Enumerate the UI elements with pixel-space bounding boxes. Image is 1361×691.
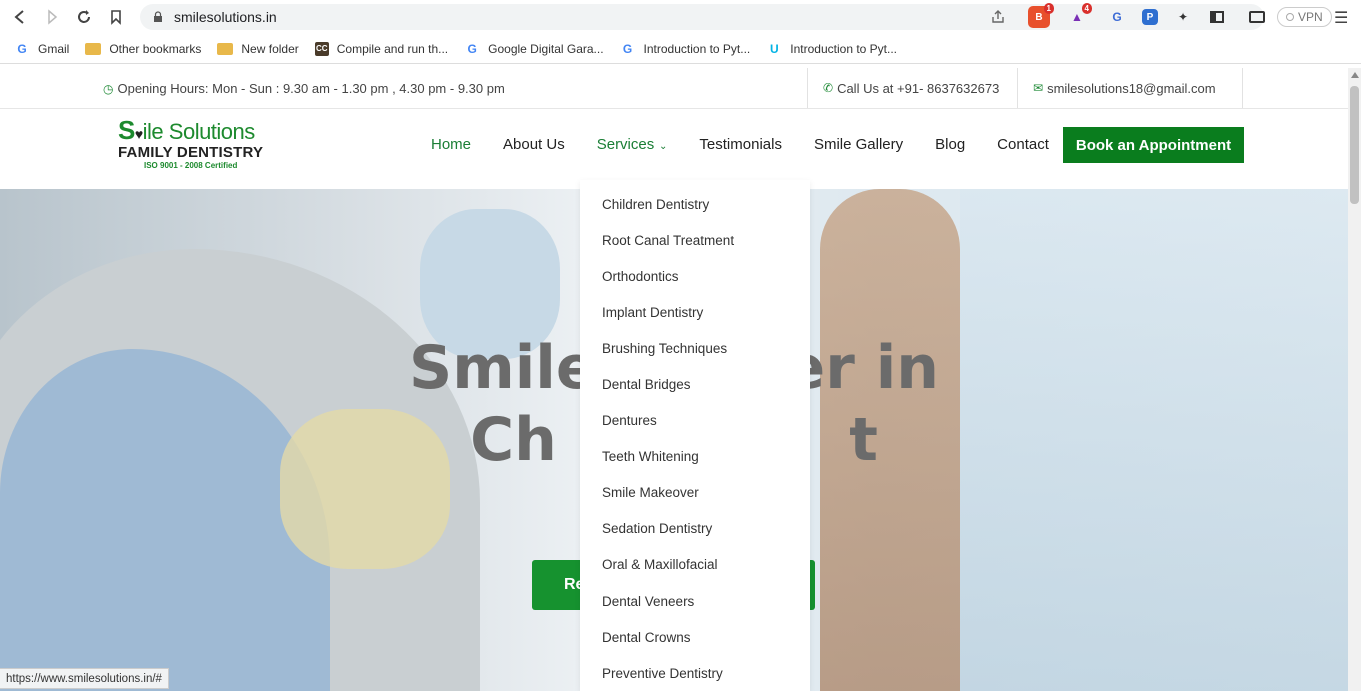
back-button[interactable]: [4, 0, 36, 34]
phone-icon: ✆: [823, 81, 834, 95]
bookmark-intro-python-1[interactable]: G Introduction to Pyt...: [620, 41, 751, 57]
logo-line1: S♥ile Solutions: [118, 115, 255, 145]
services-menu-item[interactable]: Teeth Whitening: [580, 439, 810, 475]
phone-text: Call Us at +91- 8637632673: [837, 80, 1000, 96]
bookmark-intro-python-2[interactable]: U Introduction to Pyt...: [766, 41, 897, 57]
services-menu-item[interactable]: Dentures: [580, 403, 810, 439]
phone-contact[interactable]: ✆ Call Us at +91- 8637632673: [807, 68, 1017, 108]
bookmark-gmail[interactable]: G Gmail: [14, 41, 69, 57]
brave-shield-icon[interactable]: B1: [1028, 3, 1054, 28]
nav-blog[interactable]: Blog: [919, 136, 981, 153]
site-logo[interactable]: S♥ile Solutions FAMILY DENTISTRY ISO 900…: [118, 115, 263, 170]
share-icon[interactable]: [990, 9, 1006, 25]
nav-testimonials[interactable]: Testimonials: [683, 136, 798, 153]
services-menu-item[interactable]: Children Dentistry: [580, 186, 810, 222]
services-menu-item[interactable]: Dental Bridges: [580, 366, 810, 402]
services-menu-item[interactable]: Orthodontics: [580, 258, 810, 294]
site-header: S♥ile Solutions FAMILY DENTISTRY ISO 900…: [0, 109, 1348, 189]
services-menu-item[interactable]: Root Canal Treatment: [580, 222, 810, 258]
brave-rewards-icon[interactable]: ▲ 4: [1066, 3, 1092, 28]
folder-icon: [217, 42, 234, 55]
vpn-label: VPN: [1298, 10, 1323, 24]
web-page: ◷ Opening Hours: Mon - Sun : 9.30 am - 1…: [0, 68, 1348, 691]
lock-icon: [154, 11, 162, 22]
back-arrow-icon: [14, 10, 24, 24]
opening-hours: ◷ Opening Hours: Mon - Sun : 9.30 am - 1…: [103, 81, 505, 96]
nav-contact[interactable]: Contact: [981, 136, 1065, 153]
translate-icon[interactable]: G: [1106, 6, 1128, 28]
nav-home[interactable]: Home: [415, 136, 487, 153]
wallet-icon[interactable]: [1246, 6, 1268, 28]
email-contact[interactable]: ✉ smilesolutions18@gmail.com: [1017, 68, 1243, 108]
reload-button[interactable]: [68, 0, 100, 34]
services-menu-item[interactable]: Preventive Dentistry: [580, 655, 810, 691]
browser-toolbar: smilesolutions.in B1 ▲ 4 G P ✦ VPN ☰: [0, 0, 1361, 34]
opening-hours-text: Opening Hours: Mon - Sun : 9.30 am - 1.3…: [117, 81, 505, 96]
cc-icon: CC: [314, 41, 329, 56]
bookmark-page-button[interactable]: [100, 0, 132, 34]
url-text: smilesolutions.in: [174, 9, 277, 25]
envelope-icon: ✉: [1033, 81, 1044, 95]
clock-icon: ◷: [103, 81, 114, 96]
link-status-bar: https://www.smilesolutions.in/#: [0, 668, 169, 689]
hero-bg-window: [960, 189, 1348, 691]
browser-menu-icon[interactable]: ☰: [1334, 8, 1348, 28]
bookmark-icon: [111, 10, 121, 25]
tooth-icon: ♥: [134, 126, 143, 142]
bookmark-label: New folder: [241, 41, 299, 56]
brave-badge: 1: [1043, 3, 1054, 14]
services-menu-item[interactable]: Dental Veneers: [580, 583, 810, 619]
bookmark-new-folder[interactable]: New folder: [217, 41, 299, 56]
bookmarks-bar: G Gmail Other bookmarks New folder CC Co…: [0, 34, 1361, 64]
bookmark-compile[interactable]: CC Compile and run th...: [314, 41, 449, 56]
google-icon: G: [17, 41, 27, 56]
extensions-area: B1 ▲ 4 G P ✦: [1024, 3, 1265, 28]
google-icon: G: [622, 41, 633, 56]
bookmark-label: Compile and run th...: [336, 41, 449, 56]
services-menu-item[interactable]: Smile Makeover: [580, 475, 810, 511]
p-extension-icon[interactable]: P: [1142, 9, 1158, 25]
scrollbar-thumb[interactable]: [1350, 86, 1359, 204]
nav-services-label: Services: [596, 136, 655, 153]
main-nav: Home About Us Services ⌄ Testimonials Sm…: [415, 136, 1065, 153]
services-menu-item[interactable]: Brushing Techniques: [580, 330, 810, 366]
vpn-dot-icon: [1286, 13, 1294, 21]
services-menu-item[interactable]: Implant Dentistry: [580, 294, 810, 330]
bookmark-label: Gmail: [38, 41, 70, 56]
vpn-toggle[interactable]: VPN: [1277, 7, 1332, 27]
email-text: smilesolutions18@gmail.com: [1047, 80, 1216, 96]
scroll-up-arrow-icon[interactable]: [1351, 72, 1359, 78]
google-icon: G: [467, 41, 477, 56]
services-menu-item[interactable]: Sedation Dentistry: [580, 511, 810, 547]
nav-services[interactable]: Services ⌄: [581, 136, 684, 153]
bookmark-label: Introduction to Pyt...: [643, 41, 751, 56]
puzzle-icon[interactable]: ✦: [1172, 6, 1194, 28]
bookmark-label: Introduction to Pyt...: [790, 41, 898, 56]
bookmark-other[interactable]: Other bookmarks: [85, 42, 201, 56]
services-menu-item[interactable]: Dental Crowns: [580, 619, 810, 655]
nav-about[interactable]: About Us: [487, 136, 581, 153]
udacity-icon: U: [769, 41, 779, 56]
forward-button[interactable]: [36, 0, 68, 34]
services-dropdown: Children Dentistry Root Canal Treatment …: [580, 180, 810, 691]
logo-line2: FAMILY DENTISTRY: [118, 144, 264, 161]
nav-gallery[interactable]: Smile Gallery: [798, 136, 919, 153]
contact-topbar: ◷ Opening Hours: Mon - Sun : 9.30 am - 1…: [0, 68, 1348, 109]
book-appointment-button[interactable]: Book an Appointment: [1063, 127, 1244, 163]
chevron-down-icon: ⌄: [656, 141, 668, 152]
forward-arrow-icon: [48, 9, 58, 25]
page-scrollbar[interactable]: [1348, 68, 1361, 691]
logo-line3: ISO 9001 - 2008 Certified: [144, 161, 238, 170]
rewards-badge: 4: [1081, 3, 1092, 14]
folder-icon: [85, 42, 102, 55]
bookmark-google-digital[interactable]: G Google Digital Gara...: [464, 41, 603, 57]
services-menu-item[interactable]: Oral & Maxillofacial: [580, 547, 810, 583]
bookmark-label: Google Digital Gara...: [488, 41, 604, 56]
bookmark-label: Other bookmarks: [109, 41, 202, 56]
sidebar-icon[interactable]: [1206, 6, 1228, 28]
reload-icon: [78, 10, 90, 23]
